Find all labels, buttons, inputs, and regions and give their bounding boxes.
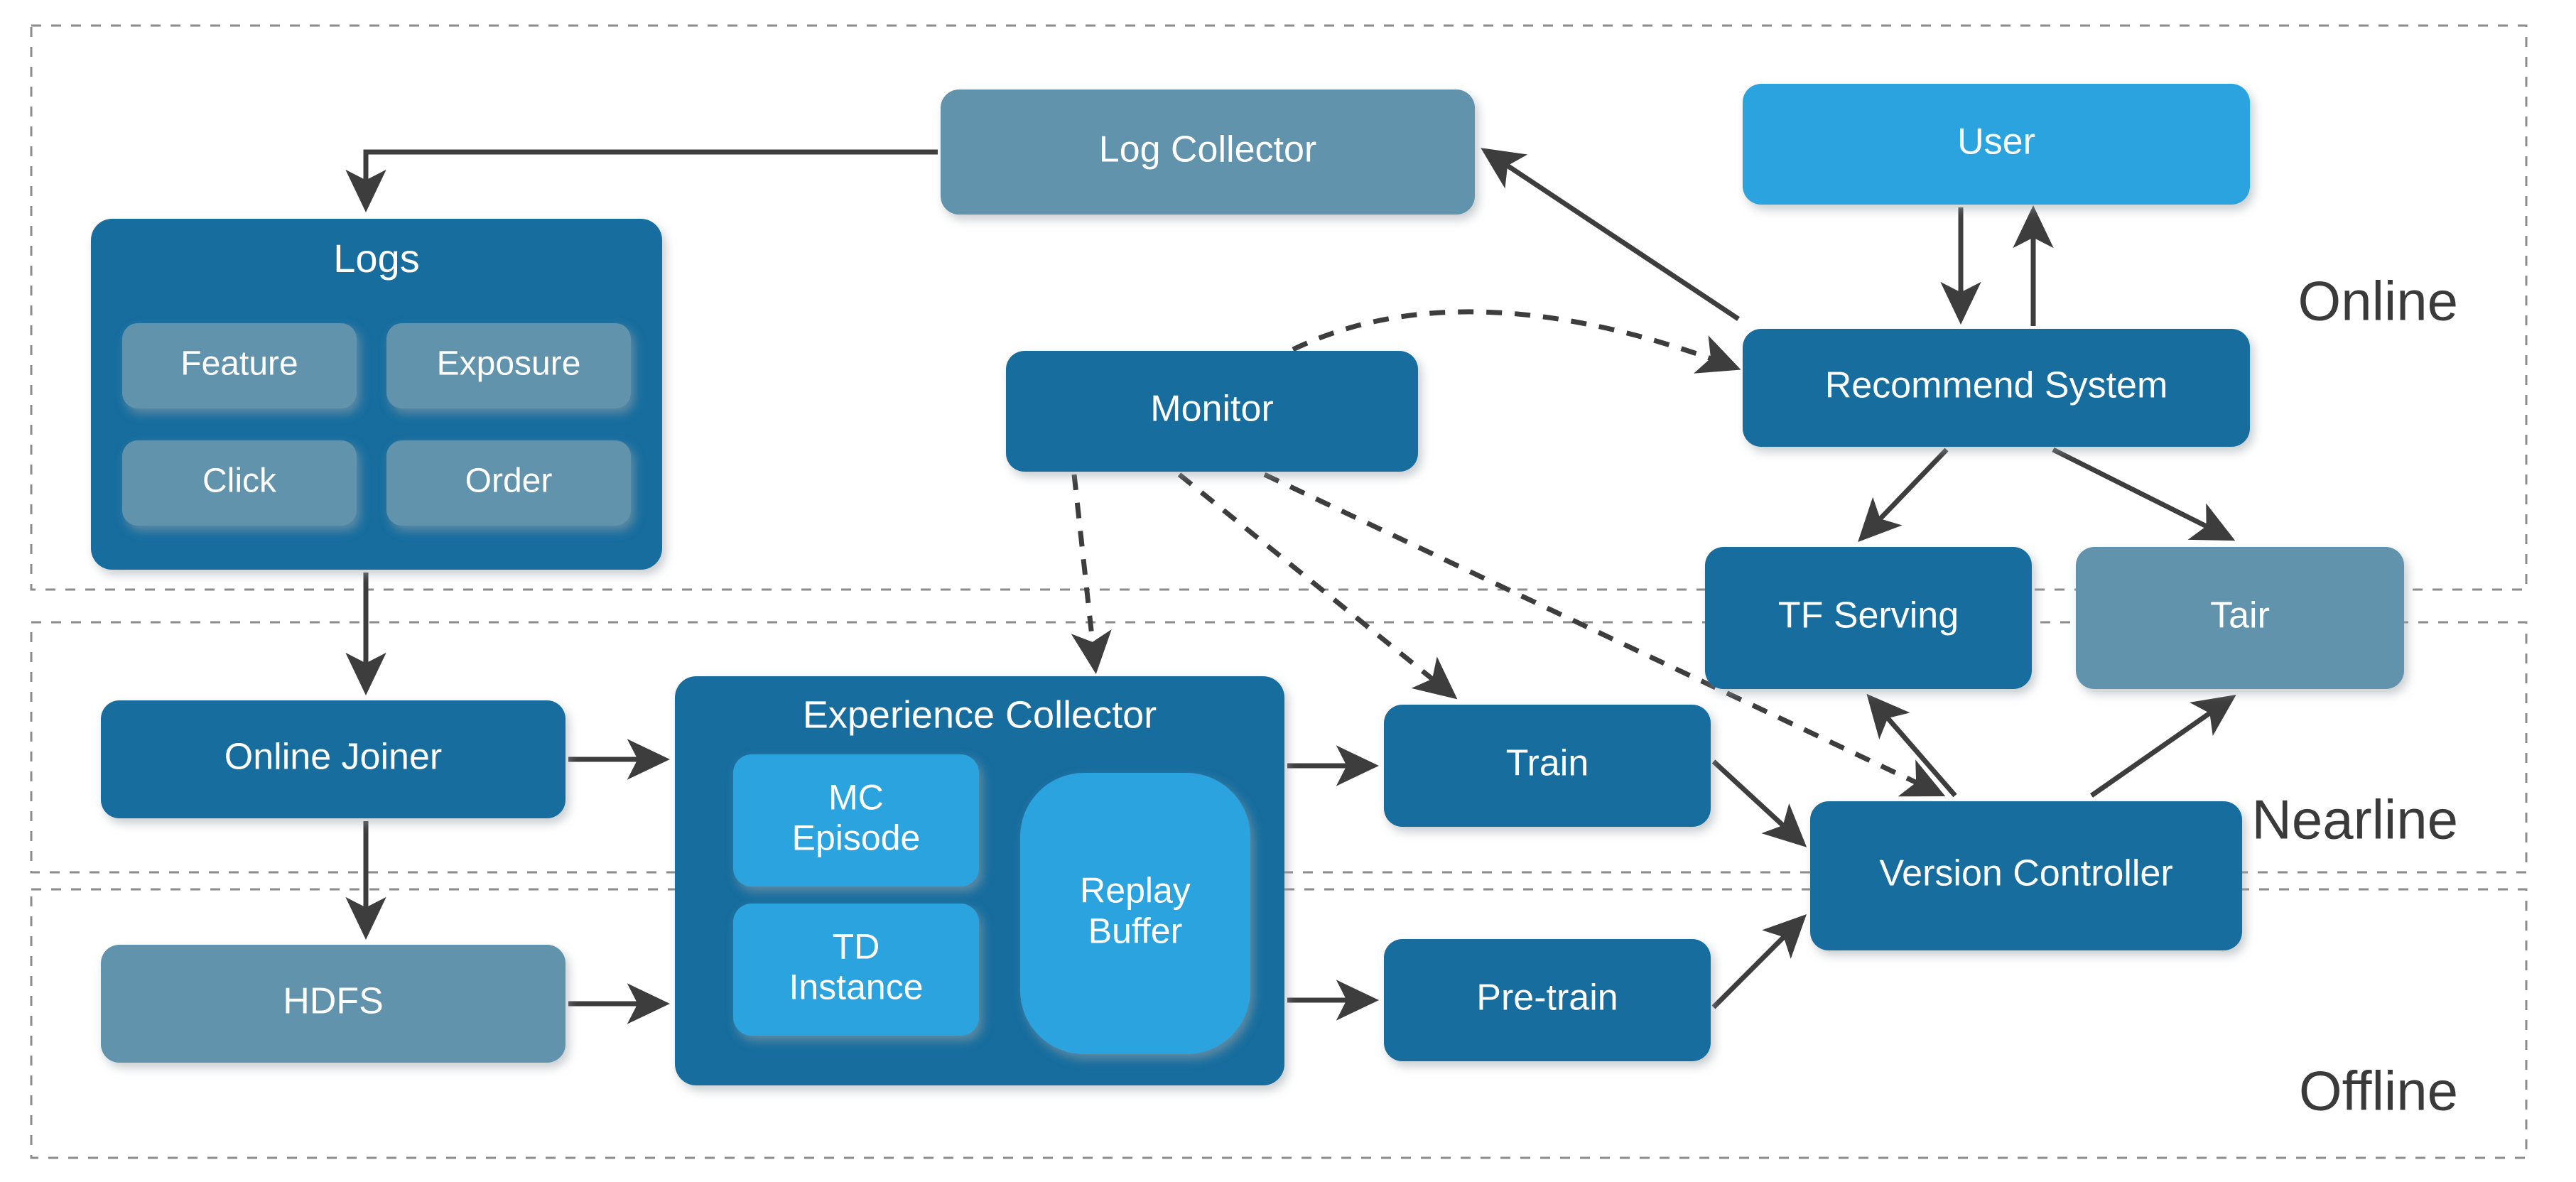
node-tf-serving[interactable]: TF Serving (1705, 547, 2032, 689)
edge-recommend-to-tair (2052, 447, 2236, 541)
node-label-train: Train (1506, 743, 1589, 784)
zone-label-online: Online (2298, 270, 2458, 332)
node-label-experience-collector: Experience Collector (803, 693, 1157, 736)
node-logs-click[interactable]: Click (122, 440, 357, 526)
edge-recommend-to-tf-serving (1858, 448, 1949, 543)
node-label-tair: Tair (2210, 595, 2270, 636)
node-label-online-joiner: Online Joiner (224, 737, 442, 778)
node-label-logs: Logs (333, 236, 419, 281)
node-label-log-collector: Log Collector (1099, 129, 1316, 170)
node-label-monitor: Monitor (1150, 389, 1273, 430)
edge-version-controller-to-tair (2089, 694, 2236, 798)
node-log-collector[interactable]: Log Collector (941, 90, 1475, 215)
node-label-td-instance: TD (833, 927, 880, 967)
diagram-canvas: Log Collector User Logs Feature Exposure Clic… (0, 0, 2576, 1182)
edge-monitor-to-train (1177, 472, 1458, 700)
zone-labels-layer: Online Nearline Offline (2252, 270, 2458, 1122)
edge-log-collector-to-logs (345, 149, 938, 213)
edge-pre-train-to-version-controller (1711, 914, 1807, 1009)
edge-monitor-to-collector (1071, 474, 1112, 674)
node-recommend-system[interactable]: Recommend System (1743, 329, 2250, 447)
node-logs-exposure[interactable]: Exposure (386, 323, 631, 408)
node-label-mc-episode: MC (828, 778, 884, 818)
node-label-logs-click: Click (202, 462, 277, 500)
node-pre-train[interactable]: Pre-train (1384, 939, 1711, 1061)
node-label-user: User (1957, 121, 2035, 163)
node-label-hdfs: HDFS (283, 981, 384, 1022)
node-user[interactable]: User (1743, 84, 2250, 205)
node-label-version-controller: Version Controller (1879, 853, 2172, 894)
node-hdfs[interactable]: HDFS (101, 945, 565, 1063)
zone-label-offline: Offline (2299, 1060, 2458, 1122)
node-label-mc-episode: Episode (792, 818, 921, 858)
edge-train-to-version-controller (1711, 759, 1807, 847)
node-tair[interactable]: Tair (2076, 547, 2404, 689)
node-td-instance[interactable]: TDInstance (733, 904, 979, 1036)
node-monitor[interactable]: Monitor (1006, 351, 1418, 472)
node-label-logs-order: Order (465, 462, 553, 500)
edge-recommend-to-log-collector (1481, 148, 1740, 321)
node-mc-episode[interactable]: MCEpisode (733, 754, 979, 886)
node-label-tf-serving: TF Serving (1778, 595, 1959, 636)
node-label-td-instance: Instance (789, 967, 923, 1007)
node-train[interactable]: Train (1384, 705, 1711, 827)
node-label-logs-feature: Feature (180, 345, 298, 383)
nodes-layer: Log Collector User Logs Feature Exposure Clic… (91, 84, 2404, 1085)
node-label-recommend-system: Recommend System (1825, 365, 2168, 406)
node-label-replay-buffer: Replay (1080, 871, 1191, 911)
zone-label-nearline: Nearline (2252, 788, 2458, 851)
node-online-joiner[interactable]: Online Joiner (101, 700, 565, 818)
node-label-pre-train: Pre-train (1476, 977, 1618, 1019)
node-logs-order[interactable]: Order (386, 440, 631, 526)
node-label-logs-exposure: Exposure (437, 345, 581, 383)
node-replay-buffer[interactable]: ReplayBuffer (1020, 773, 1250, 1054)
node-version-controller[interactable]: Version Controller (1810, 801, 2242, 950)
architecture-diagram: Log Collector User Logs Feature Exposure Clic… (30, 24, 2528, 1159)
node-label-replay-buffer: Buffer (1088, 911, 1183, 951)
node-logs-feature[interactable]: Feature (122, 323, 357, 408)
